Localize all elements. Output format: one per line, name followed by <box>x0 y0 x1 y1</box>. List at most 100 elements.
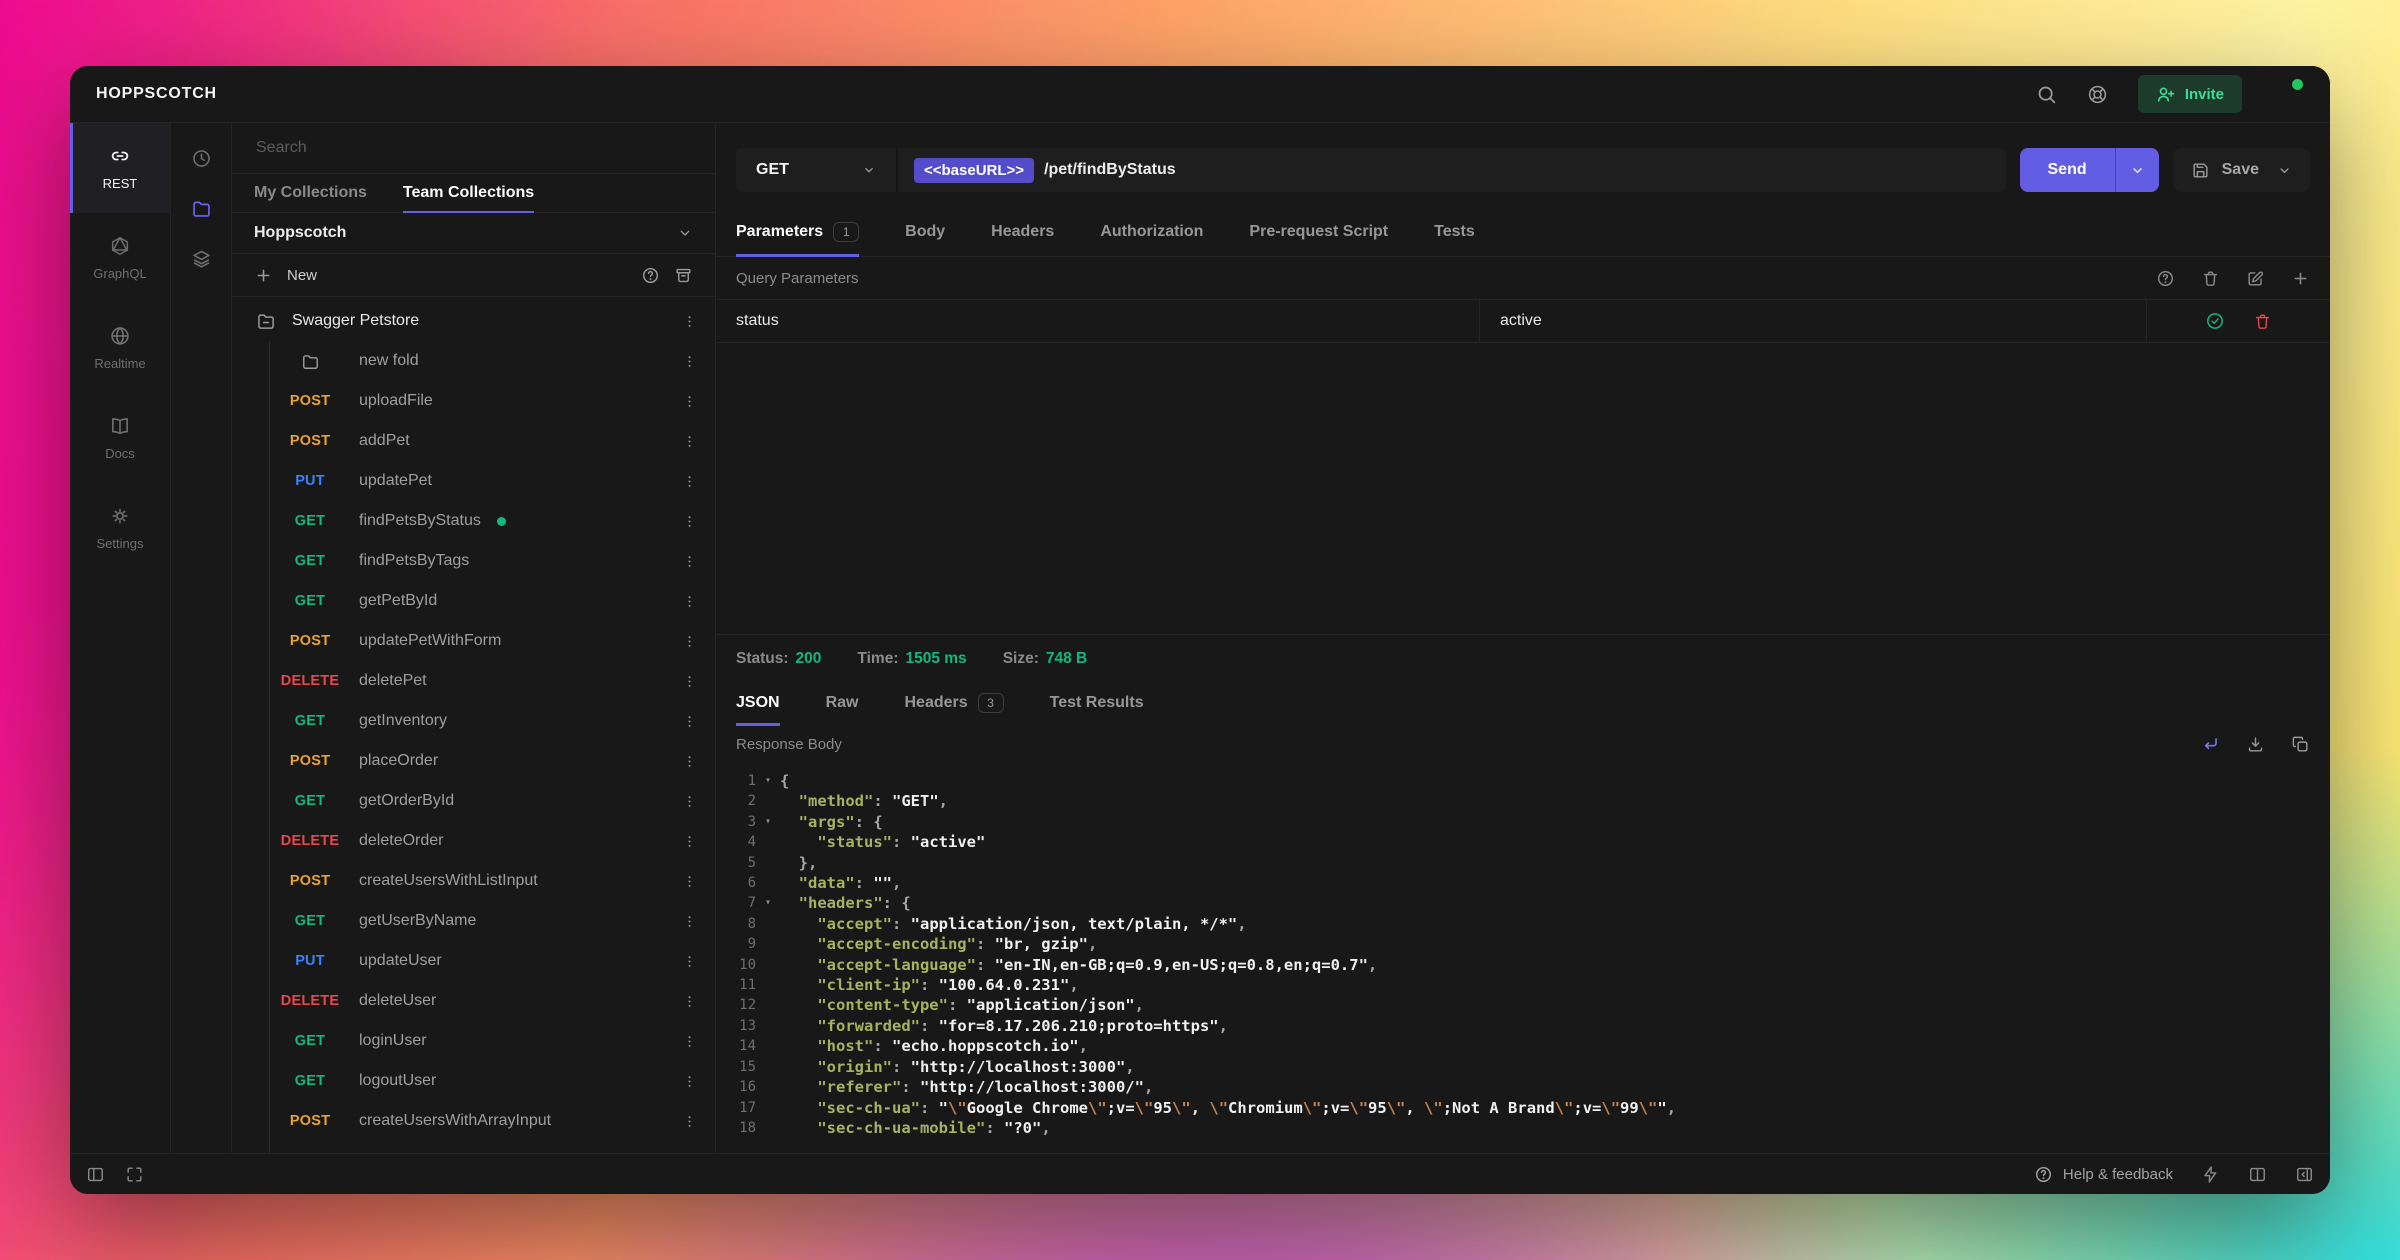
fold-arrow-icon[interactable] <box>756 1098 780 1118</box>
fold-arrow-icon[interactable] <box>756 995 780 1015</box>
fold-arrow-icon[interactable] <box>756 955 780 975</box>
fold-arrow-icon[interactable]: ▾ <box>756 771 780 791</box>
tab[interactable]: Headers <box>991 210 1054 257</box>
tab[interactable]: Body <box>905 210 945 257</box>
more-options-icon[interactable] <box>682 594 697 609</box>
toggle-sidebar-icon[interactable] <box>86 1165 105 1184</box>
sidebar-item-rest[interactable]: REST <box>70 123 170 213</box>
collection-tree-row[interactable]: POST createUsersWithArrayInput <box>232 1101 715 1141</box>
more-options-icon[interactable] <box>682 794 697 809</box>
fold-arrow-icon[interactable] <box>756 1077 780 1097</box>
collection-tree-row[interactable]: GET getInventory <box>232 701 715 741</box>
delete-all-params-icon[interactable] <box>2201 269 2220 288</box>
more-options-icon[interactable] <box>682 834 697 849</box>
param-enabled-check-icon[interactable] <box>2205 311 2225 331</box>
collection-tree-row[interactable]: POST createUsersWithListInput <box>232 861 715 901</box>
invite-button[interactable]: Invite <box>2138 75 2242 113</box>
more-options-icon[interactable] <box>682 674 697 689</box>
send-options-chevron-icon[interactable] <box>2116 148 2159 192</box>
query-param-key-cell[interactable]: status <box>716 300 1480 342</box>
more-options-icon[interactable] <box>682 1074 697 1089</box>
more-options-icon[interactable] <box>682 1034 697 1049</box>
collection-tree-row[interactable]: GET getPetById <box>232 581 715 621</box>
tab[interactable]: Test Results <box>1050 683 1144 726</box>
more-options-icon[interactable] <box>682 1114 697 1129</box>
response-body-code[interactable]: 1 ▾ { 2 "method": "GET", 3 ▾ "args": { 4… <box>716 763 2330 1153</box>
wrap-lines-icon[interactable] <box>2201 735 2220 754</box>
save-button[interactable]: Save <box>2173 148 2310 192</box>
more-options-icon[interactable] <box>682 714 697 729</box>
collection-root-row[interactable]: Swagger Petstore <box>232 301 715 341</box>
fold-arrow-icon[interactable] <box>756 1036 780 1056</box>
tab[interactable]: Raw <box>826 683 859 726</box>
sidebar-item-docs[interactable]: Docs <box>70 393 170 483</box>
query-param-value-cell[interactable]: active <box>1480 300 2147 342</box>
search-input[interactable] <box>254 138 693 158</box>
sidebar-item-graphql[interactable]: GraphQL <box>70 213 170 303</box>
collection-tree-row[interactable]: GET Untitled request <box>232 1141 715 1153</box>
collections-tab[interactable]: My Collections <box>254 174 367 213</box>
copy-response-icon[interactable] <box>2291 735 2310 754</box>
fold-arrow-icon[interactable] <box>756 1118 780 1138</box>
help-circle-icon[interactable] <box>641 266 660 285</box>
sidebar-item-realtime[interactable]: Realtime <box>70 303 170 393</box>
fold-arrow-icon[interactable] <box>756 975 780 995</box>
more-options-icon[interactable] <box>682 914 697 929</box>
url-input[interactable]: <<baseURL>> /pet/findByStatus <box>898 148 2006 192</box>
more-options-icon[interactable] <box>682 314 697 329</box>
tab[interactable]: Headers 3 <box>904 683 1003 726</box>
tab[interactable]: JSON <box>736 683 780 726</box>
more-options-icon[interactable] <box>682 954 697 969</box>
collection-tree-row[interactable]: GET loginUser <box>232 1021 715 1061</box>
shortcuts-icon[interactable] <box>2201 1165 2220 1184</box>
add-param-icon[interactable] <box>2291 269 2310 288</box>
send-button[interactable]: Send <box>2020 148 2159 192</box>
collection-tree-row[interactable]: POST updatePetWithForm <box>232 621 715 661</box>
collection-tree-row[interactable]: GET logoutUser <box>232 1061 715 1101</box>
collection-tree-row[interactable]: GET findPetsByStatus <box>232 501 715 541</box>
collection-tree-row[interactable]: POST uploadFile <box>232 381 715 421</box>
more-options-icon[interactable] <box>682 514 697 529</box>
param-delete-icon[interactable] <box>2253 312 2272 331</box>
fold-arrow-icon[interactable] <box>756 853 780 873</box>
plus-icon[interactable] <box>254 266 273 285</box>
tab[interactable]: Parameters 1 <box>736 210 859 257</box>
fold-arrow-icon[interactable] <box>756 934 780 954</box>
fold-arrow-icon[interactable] <box>756 791 780 811</box>
fold-arrow-icon[interactable] <box>756 1057 780 1077</box>
tab[interactable]: Authorization <box>1100 210 1203 257</box>
fold-arrow-icon[interactable]: ▾ <box>756 812 780 832</box>
help-circle-icon[interactable] <box>2156 269 2175 288</box>
more-options-icon[interactable] <box>682 394 697 409</box>
collection-tree-row[interactable]: DELETE deletePet <box>232 661 715 701</box>
help-feedback-button[interactable]: Help & feedback <box>2034 1165 2173 1184</box>
collection-tree-row[interactable]: new fold <box>232 341 715 381</box>
tab[interactable]: Pre-request Script <box>1249 210 1388 257</box>
method-select[interactable]: GET <box>736 148 898 192</box>
collection-tree-row[interactable]: POST addPet <box>232 421 715 461</box>
save-options-chevron-icon[interactable] <box>2277 163 2292 178</box>
collection-tree-row[interactable]: PUT updatePet <box>232 461 715 501</box>
import-export-icon[interactable] <box>674 266 693 285</box>
collections-tab[interactable]: Team Collections <box>403 174 534 213</box>
sidebar-item-settings[interactable]: Settings <box>70 483 170 573</box>
search-icon[interactable] <box>2036 84 2057 105</box>
fold-arrow-icon[interactable] <box>756 1016 780 1036</box>
more-options-icon[interactable] <box>682 634 697 649</box>
support-icon[interactable] <box>2087 84 2108 105</box>
collections-icon[interactable] <box>179 185 223 231</box>
new-collection-button[interactable]: New <box>287 267 317 284</box>
collection-tree-row[interactable]: GET findPetsByTags <box>232 541 715 581</box>
more-options-icon[interactable] <box>682 434 697 449</box>
split-columns-icon[interactable] <box>2248 1165 2267 1184</box>
more-options-icon[interactable] <box>682 354 697 369</box>
collection-tree-row[interactable]: POST placeOrder <box>232 741 715 781</box>
more-options-icon[interactable] <box>682 554 697 569</box>
tab[interactable]: Tests <box>1434 210 1475 257</box>
more-options-icon[interactable] <box>682 754 697 769</box>
fold-arrow-icon[interactable] <box>756 832 780 852</box>
fold-arrow-icon[interactable] <box>756 873 780 893</box>
environments-icon[interactable] <box>179 235 223 281</box>
history-icon[interactable] <box>179 135 223 181</box>
collection-tree-row[interactable]: PUT updateUser <box>232 941 715 981</box>
